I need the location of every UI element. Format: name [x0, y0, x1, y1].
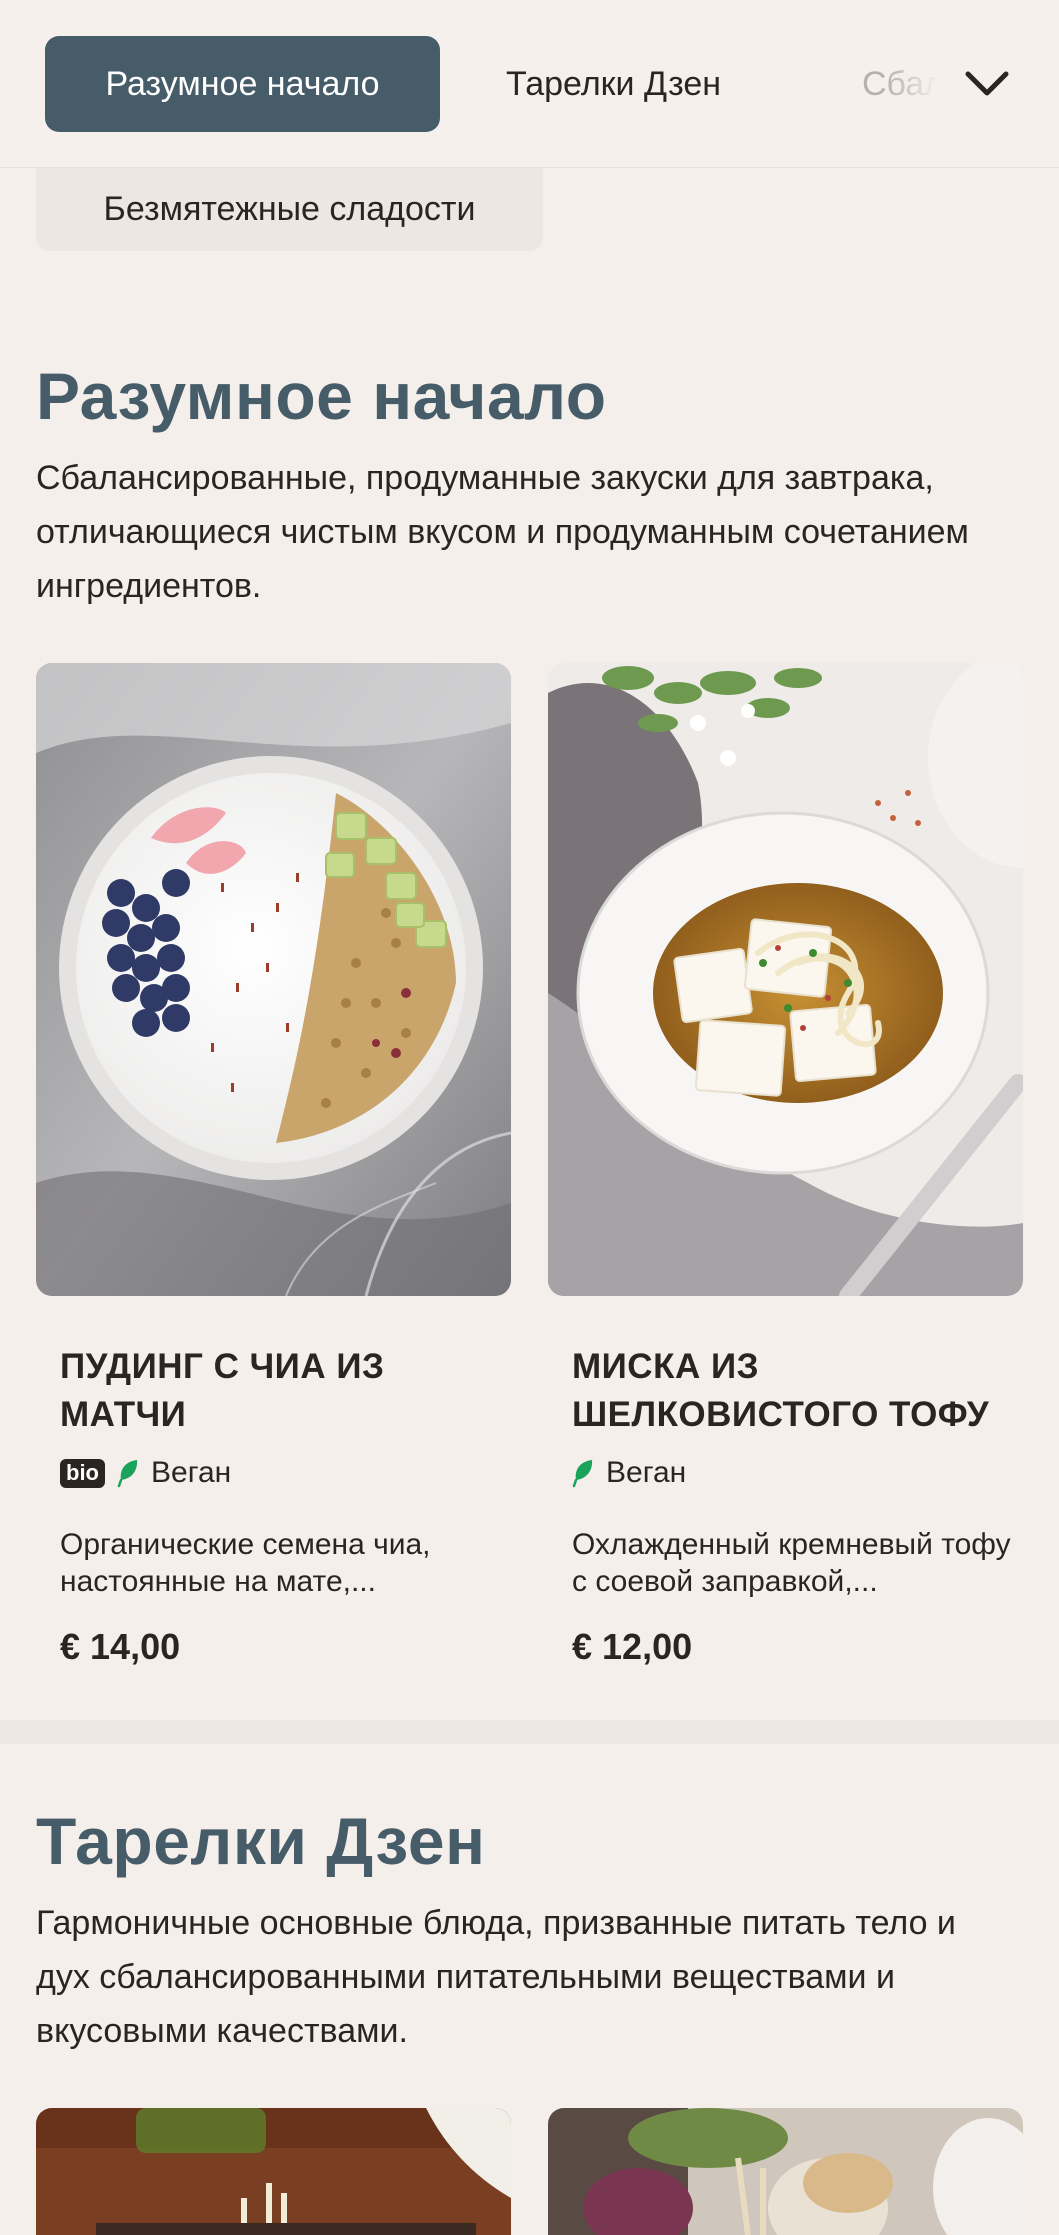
- menu-item-card[interactable]: [548, 2108, 1023, 2235]
- leaf-icon: [117, 1460, 138, 1488]
- item-price: € 14,00: [60, 1626, 181, 1667]
- tab-serene-sweets[interactable]: Безмятежные сладости: [36, 168, 543, 251]
- tab-zen-plates[interactable]: Тарелки Дзен: [506, 36, 721, 132]
- item-name: МИСКА ИЗ ШЕЛКОВИСТОГО ТОФУ: [572, 1347, 990, 1434]
- tab-mindful-start[interactable]: Разумное начало: [45, 36, 440, 132]
- bio-badge: bio: [60, 1458, 105, 1488]
- vegan-tag: Веган: [606, 1456, 687, 1489]
- chevron-down-icon[interactable]: [960, 60, 1014, 108]
- section-description: Гармоничные основные блюда, призванные п…: [36, 1904, 956, 2050]
- category-nav: Разумное начало Тарелки Дзен Сбалансиров…: [0, 0, 1059, 168]
- item-description: Органические семена чиа, настоянные на м…: [60, 1528, 431, 1598]
- section-title: Разумное начало: [36, 359, 607, 433]
- menu-item-card[interactable]: [36, 2108, 511, 2235]
- item-tags: bio Веган: [60, 1453, 231, 1493]
- dish-photo: [548, 2108, 1023, 2235]
- item-price: € 12,00: [572, 1626, 693, 1667]
- tab-balanced[interactable]: Сбалансированные: [862, 36, 942, 132]
- section-description: Сбалансированные, продуманные закуски дл…: [36, 459, 969, 605]
- dish-photo-silken-tofu: [548, 663, 1023, 1296]
- item-name: ПУДИНГ С ЧИА ИЗ МАТЧИ: [60, 1347, 385, 1434]
- section-divider: [0, 1720, 1059, 1744]
- item-description: Охлажденный кремневый тофу с соевой запр…: [572, 1528, 1011, 1598]
- dish-photo: [36, 2108, 511, 2235]
- section-title: Тарелки Дзен: [36, 1804, 486, 1878]
- leaf-icon: [572, 1460, 593, 1488]
- dish-photo-chia-pudding: [36, 663, 511, 1296]
- item-tags: Веган: [572, 1453, 686, 1493]
- vegan-tag: Веган: [151, 1456, 232, 1489]
